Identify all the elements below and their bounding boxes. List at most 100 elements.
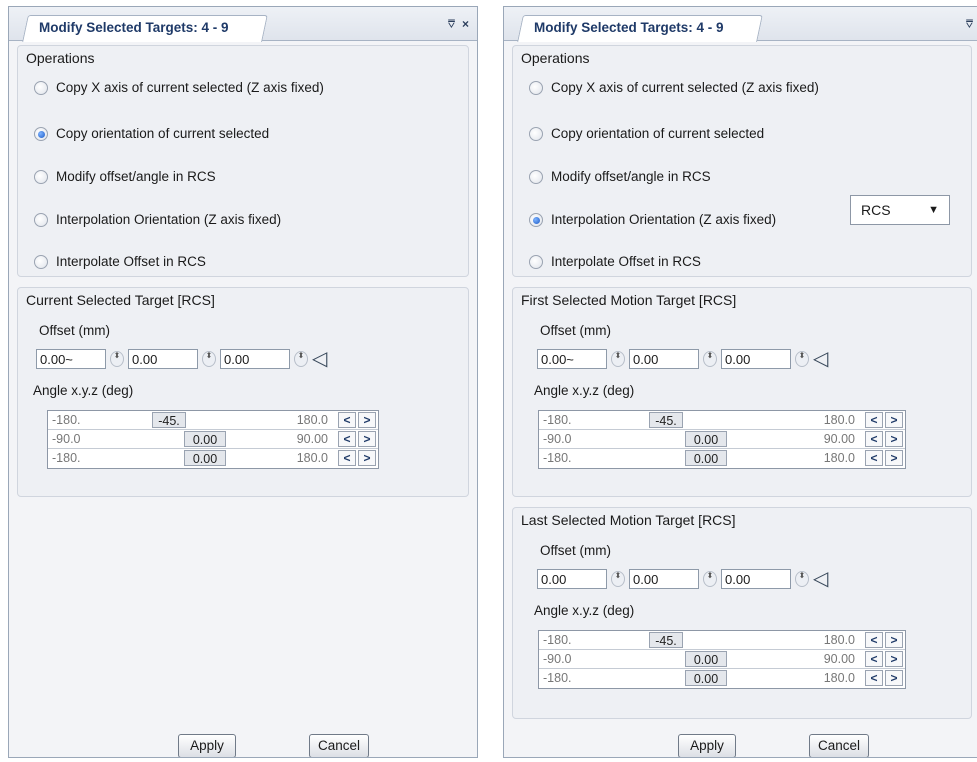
increment-button[interactable]: >	[885, 632, 903, 648]
decrement-button[interactable]: <	[865, 670, 883, 686]
offset-y-input[interactable]: 0.00 ⬍	[629, 349, 717, 369]
radio-label: Interpolation Orientation (Z axis fixed)	[56, 212, 282, 227]
spin-icon[interactable]: ⬍	[611, 351, 625, 367]
cancel-button[interactable]: Cancel	[809, 734, 869, 757]
angle-z-slider[interactable]: -180. 0.00 180.0 < >	[539, 669, 905, 688]
spin-icon[interactable]: ⬍	[795, 571, 809, 587]
angle-x-slider[interactable]: -180. -45. 180.0 < >	[539, 411, 905, 430]
radio-label: Copy orientation of current selected	[551, 126, 765, 141]
angle-y-slider[interactable]: -90.0 0.00 90.00 < >	[539, 650, 905, 669]
radio-button[interactable]	[529, 126, 543, 141]
angle-y-slider[interactable]: -90.0 0.00 90.00 < >	[539, 430, 905, 449]
offset-x-input[interactable]: 0.00~ ⬍	[537, 349, 625, 369]
spin-icon[interactable]: ⬍	[110, 351, 124, 367]
pick-point-icon[interactable]: ◁	[813, 349, 828, 369]
slider-thumb[interactable]: -45.	[152, 412, 186, 428]
radio-copy-x-axis[interactable]: Copy X axis of current selected (Z axis …	[529, 80, 819, 95]
radio-modify-offset[interactable]: Modify offset/angle in RCS	[529, 169, 711, 184]
frame-dropdown[interactable]: RCS ▼	[850, 195, 950, 225]
decrement-button[interactable]: <	[338, 431, 356, 447]
radio-interpolation-orientation[interactable]: Interpolation Orientation (Z axis fixed)	[34, 212, 281, 227]
radio-button[interactable]	[34, 126, 48, 141]
spin-icon[interactable]: ⬍	[202, 351, 216, 367]
radio-copy-orientation[interactable]: Copy orientation of current selected	[529, 126, 764, 141]
radio-label: Copy orientation of current selected	[56, 126, 270, 141]
radio-button[interactable]	[529, 212, 543, 227]
increment-button[interactable]: >	[358, 412, 376, 428]
angle-y-slider[interactable]: -90.0 0.00 90.00 < >	[48, 430, 378, 449]
pick-point-icon[interactable]: ◁	[813, 569, 828, 589]
offset-z-input[interactable]: 0.00 ⬍	[721, 569, 809, 589]
angle-x-slider[interactable]: -180. -45. 180.0 < >	[48, 411, 378, 430]
cancel-button[interactable]: Cancel	[309, 734, 369, 757]
radio-interpolation-orientation[interactable]: Interpolation Orientation (Z axis fixed)	[529, 212, 776, 227]
last-target-title: Last Selected Motion Target [RCS]	[521, 512, 736, 528]
offset-z-input[interactable]: 0.00 ⬍	[220, 349, 308, 369]
slider-max: 90.00	[823, 432, 855, 446]
offset-y-input[interactable]: 0.00 ⬍	[629, 569, 717, 589]
increment-button[interactable]: >	[885, 412, 903, 428]
radio-copy-x-axis[interactable]: Copy X axis of current selected (Z axis …	[34, 80, 324, 95]
slider-min: -180.	[52, 451, 81, 465]
panel-titlebar: Modify Selected Targets: 4 - 9 ⩢	[504, 7, 977, 42]
spin-icon[interactable]: ⬍	[611, 571, 625, 587]
spin-icon[interactable]: ⬍	[703, 351, 717, 367]
offset-y-input[interactable]: 0.00 ⬍	[128, 349, 216, 369]
decrement-button[interactable]: <	[865, 651, 883, 667]
radio-button[interactable]	[529, 254, 543, 269]
slider-max: 180.0	[296, 451, 328, 465]
panel-title: Modify Selected Targets: 4 - 9	[534, 20, 724, 35]
apply-button[interactable]: Apply	[678, 734, 736, 757]
last-angle-sliders: -180. -45. 180.0 < > -90.0 0.00 90.00 < …	[538, 630, 906, 689]
angle-z-slider[interactable]: -180. 0.00 180.0 < >	[539, 449, 905, 468]
radio-button[interactable]	[529, 80, 543, 95]
slider-thumb[interactable]: 0.00	[184, 450, 226, 466]
radio-button[interactable]	[34, 80, 48, 95]
decrement-button[interactable]: <	[865, 450, 883, 466]
radio-modify-offset[interactable]: Modify offset/angle in RCS	[34, 169, 216, 184]
decrement-button[interactable]: <	[865, 632, 883, 648]
increment-button[interactable]: >	[885, 651, 903, 667]
offset-label: Offset (mm)	[39, 323, 111, 338]
slider-thumb[interactable]: 0.00	[685, 450, 727, 466]
radio-button[interactable]	[34, 212, 48, 227]
radio-copy-orientation[interactable]: Copy orientation of current selected	[34, 126, 269, 141]
slider-thumb[interactable]: 0.00	[685, 651, 727, 667]
close-icon[interactable]: ×	[462, 17, 469, 31]
first-angle-sliders: -180. -45. 180.0 < > -90.0 0.00 90.00 < …	[538, 410, 906, 469]
decrement-button[interactable]: <	[338, 412, 356, 428]
radio-button[interactable]	[34, 254, 48, 269]
pin-icon[interactable]: ⩢	[966, 17, 973, 32]
decrement-button[interactable]: <	[865, 431, 883, 447]
spin-icon[interactable]: ⬍	[703, 571, 717, 587]
increment-button[interactable]: >	[885, 431, 903, 447]
angle-z-slider[interactable]: -180. 0.00 180.0 < >	[48, 449, 378, 468]
pin-icon[interactable]: ⩢	[448, 17, 455, 32]
decrement-button[interactable]: <	[338, 450, 356, 466]
spin-icon[interactable]: ⬍	[795, 351, 809, 367]
slider-thumb[interactable]: -45.	[649, 632, 683, 648]
offset-z-input[interactable]: 0.00 ⬍	[721, 349, 809, 369]
radio-interpolate-offset[interactable]: Interpolate Offset in RCS	[529, 254, 701, 269]
decrement-button[interactable]: <	[865, 412, 883, 428]
offset-label: Offset (mm)	[540, 543, 612, 558]
increment-button[interactable]: >	[885, 670, 903, 686]
radio-button[interactable]	[34, 169, 48, 184]
spin-icon[interactable]: ⬍	[294, 351, 308, 367]
increment-button[interactable]: >	[885, 450, 903, 466]
pick-point-icon[interactable]: ◁	[312, 349, 327, 369]
radio-button[interactable]	[529, 169, 543, 184]
offset-x-input[interactable]: 0.00~ ⬍	[36, 349, 124, 369]
slider-max: 180.0	[823, 633, 855, 647]
slider-thumb[interactable]: -45.	[649, 412, 683, 428]
angle-x-slider[interactable]: -180. -45. 180.0 < >	[539, 631, 905, 650]
slider-thumb[interactable]: 0.00	[685, 431, 727, 447]
increment-button[interactable]: >	[358, 431, 376, 447]
offset-x-input[interactable]: 0.00 ⬍	[537, 569, 625, 589]
radio-interpolate-offset[interactable]: Interpolate Offset in RCS	[34, 254, 206, 269]
slider-thumb[interactable]: 0.00	[184, 431, 226, 447]
slider-thumb[interactable]: 0.00	[685, 670, 727, 686]
increment-button[interactable]: >	[358, 450, 376, 466]
slider-min: -90.0	[52, 432, 81, 446]
apply-button[interactable]: Apply	[178, 734, 236, 757]
